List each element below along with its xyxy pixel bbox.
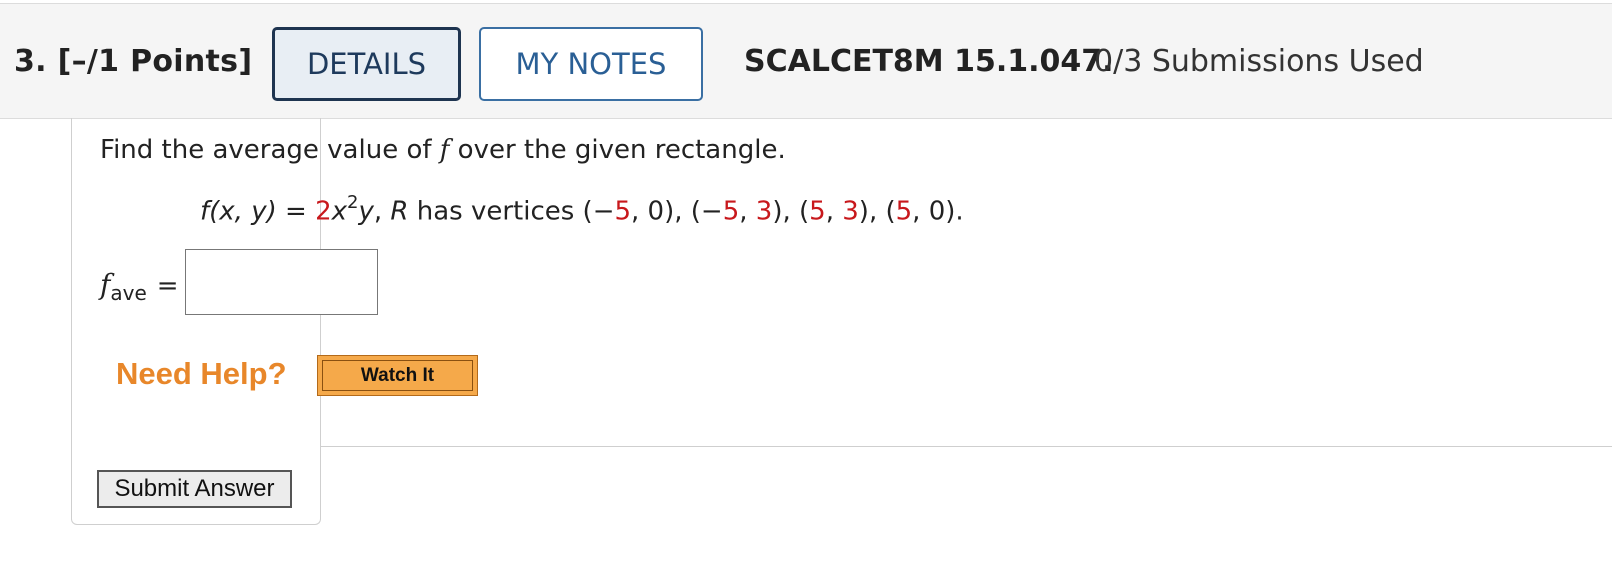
formula-y: y bbox=[358, 196, 374, 227]
function-formula: f(x, y) = 2x2y, R has vertices (−5, 0), … bbox=[200, 192, 964, 227]
submissions-used: 0/3 Submissions Used bbox=[1094, 44, 1424, 79]
vertex-text: ), ( bbox=[858, 196, 896, 227]
my-notes-button[interactable]: MY NOTES bbox=[479, 27, 703, 101]
vertex-text: ), ( bbox=[772, 196, 810, 227]
answer-label-equals: = bbox=[156, 271, 179, 301]
question-prompt: Find the average value of f over the giv… bbox=[100, 135, 786, 165]
watch-it-label: Watch It bbox=[322, 360, 473, 391]
formula-comma: , bbox=[373, 196, 391, 227]
vertex-text: , 0). bbox=[912, 196, 964, 227]
vertex2-x: 5 bbox=[722, 196, 740, 227]
details-button[interactable]: DETAILS bbox=[272, 27, 461, 101]
formula-eq: = bbox=[276, 196, 316, 227]
prompt-text-end: over the given rectangle. bbox=[449, 135, 786, 165]
formula-region: R bbox=[390, 196, 409, 227]
prompt-variable: f bbox=[439, 135, 450, 165]
answer-label-subscript: ave bbox=[110, 281, 147, 305]
vertex4-x: 5 bbox=[895, 196, 913, 227]
vertex-text: (− bbox=[582, 196, 615, 227]
problem-code: SCALCET8M 15.1.047. bbox=[744, 44, 1114, 79]
need-help-label: Need Help? bbox=[116, 356, 287, 391]
vertex-text: , bbox=[739, 196, 756, 227]
vertex-text: , bbox=[825, 196, 843, 227]
vertex1-x: 5 bbox=[614, 196, 632, 227]
formula-has-vertices: has vertices bbox=[408, 196, 583, 227]
question-header: 3. [–/1 Points] DETAILS MY NOTES SCALCET… bbox=[0, 3, 1612, 119]
formula-base: x bbox=[331, 196, 348, 227]
answer-input[interactable] bbox=[185, 249, 378, 315]
vertex3-x: 5 bbox=[809, 196, 826, 227]
prompt-text: Find the average value of bbox=[100, 135, 440, 165]
question-panel bbox=[71, 118, 321, 525]
vertex-text: , 0), (− bbox=[631, 196, 723, 227]
answer-label: fave = bbox=[100, 268, 179, 305]
formula-coefficient: 2 bbox=[315, 196, 332, 227]
watch-it-button[interactable]: Watch It bbox=[317, 355, 478, 396]
question-points-label: 3. [–/1 Points] bbox=[14, 44, 253, 79]
formula-exponent: 2 bbox=[347, 192, 359, 213]
submit-answer-button[interactable]: Submit Answer bbox=[97, 470, 292, 508]
vertex3-y: 3 bbox=[842, 196, 859, 227]
answer-label-f: f bbox=[100, 268, 111, 301]
divider bbox=[320, 446, 1612, 447]
formula-lhs: f(x, y) bbox=[200, 196, 277, 227]
vertex2-y: 3 bbox=[755, 196, 773, 227]
